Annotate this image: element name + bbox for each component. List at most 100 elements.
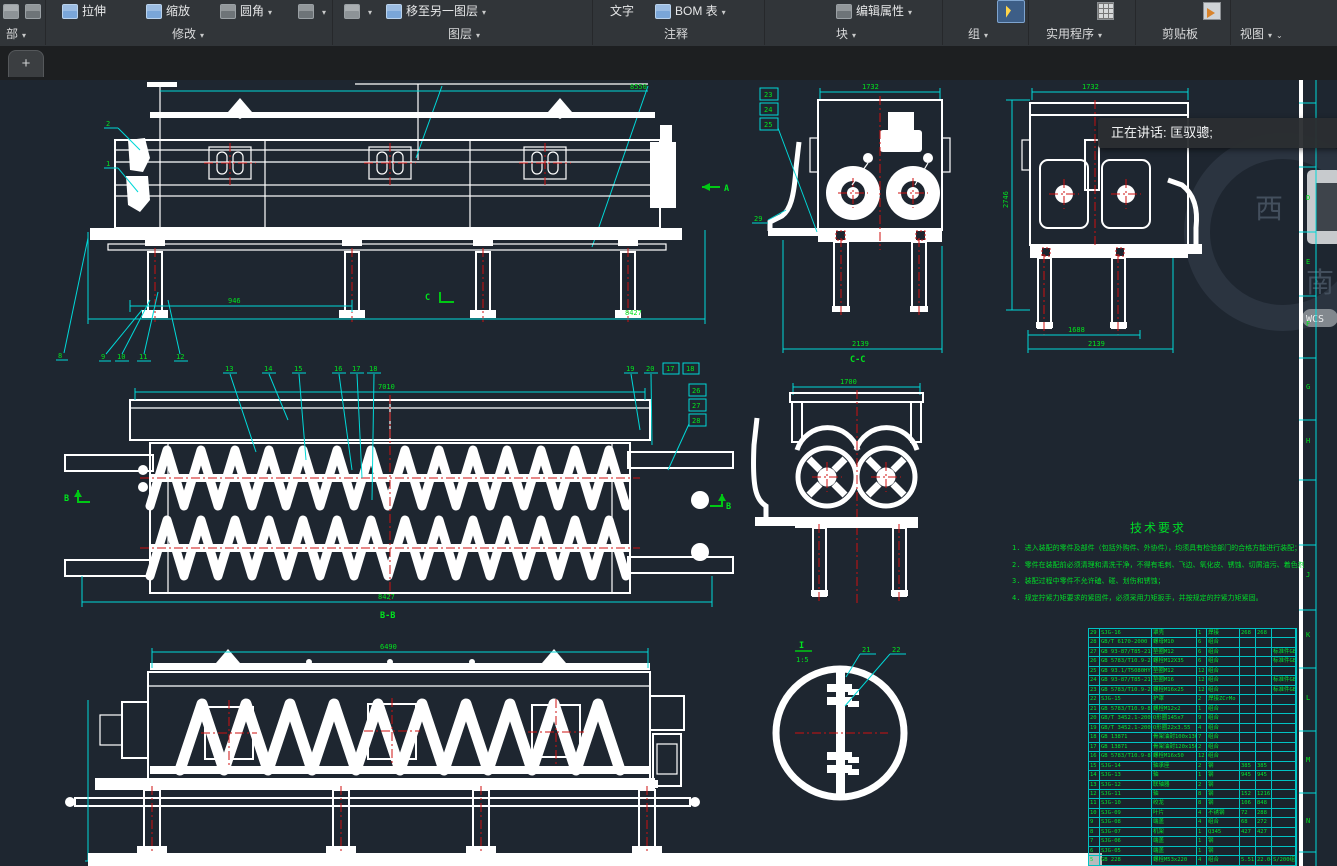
bom-cell-w2: 945 (1256, 771, 1272, 779)
bom-cell-w2: 288 (1256, 809, 1272, 817)
table-row[interactable]: 22SJG-15护罩2焊接ZCrMo (1089, 695, 1296, 704)
bom-cell-name: 轴 (1152, 790, 1197, 798)
viewcube-west-label[interactable]: 西 (1255, 192, 1283, 225)
table-row[interactable]: 8SJG-07机架1Q345427427 (1089, 828, 1296, 837)
bom-parts-table[interactable]: 29SJG-16罩壳1焊接26826828GB/T 6170-2000螺母M10… (1088, 628, 1297, 866)
frame-zone-letter: H (1306, 437, 1310, 445)
bom-table-button[interactable]: BOM 表▾ (655, 2, 726, 21)
quickcalc-icon[interactable] (1097, 2, 1114, 20)
table-row[interactable]: 29SJG-16罩壳1焊接268268 (1089, 629, 1296, 638)
edit-attributes-button[interactable]: 编辑属性▾ (836, 2, 912, 21)
paste-icon[interactable] (1203, 2, 1221, 20)
move-to-layer-button[interactable]: 移至另一图层▾ (386, 2, 486, 21)
table-row[interactable]: 16GB 5783/T10.9-8螺栓M16x5012组合 (1089, 752, 1296, 761)
panel-group[interactable]: 组▾ (968, 24, 988, 44)
scale-button[interactable]: 缩放 (146, 2, 190, 21)
bom-cell-qty: 4 (1197, 809, 1207, 817)
table-row[interactable]: 25GB 93.1/T5080HY-2垫圈M1212组合 (1089, 667, 1296, 676)
fillet-button[interactable]: 圆角▾ (220, 2, 272, 21)
table-row[interactable]: 11SJG-10绞龙8钢106848 (1089, 799, 1296, 808)
bom-cell-mat: 组合 (1207, 752, 1240, 760)
table-row[interactable]: 5GB 228螺栓M53x2204组合5.5122.04S/200组螺纹 (1089, 856, 1296, 865)
panel-view[interactable]: 视图▾⌄ (1240, 24, 1283, 44)
bom-cell-no: 24 (1089, 676, 1100, 684)
table-row[interactable]: 14SJG-13轴1钢945945 (1089, 771, 1296, 780)
bom-cell-no: 16 (1089, 752, 1100, 760)
chevron-down-icon[interactable]: ▾ (482, 8, 486, 17)
panel-separator (45, 0, 46, 45)
grip-icon[interactable] (3, 2, 23, 21)
stretch-button[interactable]: 拉伸 (62, 2, 106, 21)
bom-cell-qty: 12 (1197, 667, 1207, 675)
panel-block[interactable]: 块▾ (836, 24, 856, 44)
svg-text:18: 18 (686, 365, 694, 373)
bom-cell-name: 螺栓M53x220 (1152, 856, 1197, 864)
table-row[interactable]: 6SJG-05端盖1钢 (1089, 847, 1296, 856)
bom-cell-mat: 钢 (1207, 847, 1240, 855)
modify-extra-button[interactable]: ▾ (298, 2, 326, 21)
panel-layers[interactable]: 图层▾ (448, 24, 480, 44)
bom-cell-code: GB/T 6170-2000 (1100, 638, 1152, 646)
table-row[interactable]: 7SJG-06端盖1钢 (1089, 837, 1296, 846)
table-row[interactable]: 23GB 5783/T10.9-21螺栓M16x2512组合标准件GB (1089, 686, 1296, 695)
bom-cell-mat: 焊接 (1207, 629, 1240, 637)
viewcube-south-label[interactable]: 南 (1306, 266, 1334, 299)
table-row[interactable]: 27GB 93-87/T85-21垫圈M126组合标准件GB (1089, 648, 1296, 657)
bom-cell-mat: 组合 (1207, 818, 1240, 826)
bom-cell-name: 骨架油封100x130x12 (1152, 733, 1197, 741)
bom-cell-rem (1272, 818, 1296, 826)
bom-cell-rem (1272, 724, 1296, 732)
bom-cell-w2 (1256, 752, 1272, 760)
text-button[interactable]: 文字 (610, 2, 634, 21)
panel-annotate[interactable]: 注释 (664, 24, 688, 44)
layer-state-button[interactable]: ▾ (344, 2, 372, 21)
dim-946: 946 (228, 297, 241, 305)
speaking-text: 正在讲话: 匡驭骢; (1111, 125, 1213, 140)
table-row[interactable]: 15SJG-14轴承座2钢385385 (1089, 762, 1296, 771)
bom-cell-w1 (1240, 837, 1256, 845)
group-button[interactable] (997, 0, 1025, 23)
table-row[interactable]: 10SJG-09叶片4不锈钢72288 (1089, 809, 1296, 818)
frame-zone-letter: M (1306, 756, 1310, 764)
chevron-down-icon[interactable]: ▾ (722, 8, 726, 17)
chevron-down-icon[interactable]: ▾ (268, 8, 272, 17)
table-row[interactable]: 21GB 5783/T10.9-8螺栓M12x21组合 (1089, 705, 1296, 714)
bom-cell-no: 7 (1089, 837, 1100, 845)
chevron-down-icon[interactable]: ▾ (908, 8, 912, 17)
chevron-down-icon[interactable]: ▾ (368, 8, 372, 17)
bom-cell-code: GB 93-87/T85-21 (1100, 676, 1152, 684)
table-row[interactable]: 13SJG-12联轴器2钢 (1089, 781, 1296, 790)
bom-cell-name: 螺栓M12x2 (1152, 705, 1197, 713)
bom-cell-name: 螺栓M16x50 (1152, 752, 1197, 760)
frame-zone-letter: D (1306, 194, 1310, 202)
svg-text:13: 13 (225, 365, 233, 373)
svg-text:12: 12 (176, 353, 184, 361)
stretch-icon (62, 4, 78, 19)
svg-text:17: 17 (666, 365, 674, 373)
panel-partial[interactable]: 部▾ (6, 24, 26, 44)
bom-cell-w2 (1256, 724, 1272, 732)
panel-utilities[interactable]: 实用程序▾ (1046, 24, 1102, 44)
table-row[interactable]: 20GB/T 3452.1-2005O形圈145x79组合 (1089, 714, 1296, 723)
table-row[interactable]: 18GB 13871骨架油封100x130x127组合 (1089, 733, 1296, 742)
table-row[interactable]: 17GB 13871骨架油封120x150x122组合 (1089, 743, 1296, 752)
table-row[interactable]: 24GB 93-87/T85-21垫圈M1612组合标准件GB (1089, 676, 1296, 685)
table-row[interactable]: 28GB/T 6170-2000螺母M106组合 (1089, 638, 1296, 647)
bom-cell-w2 (1256, 667, 1272, 675)
bom-cell-w2: 385 (1256, 762, 1272, 770)
chevron-down-icon[interactable]: ▾ (322, 8, 326, 17)
table-row[interactable]: 19GB/T 3452.1-2005O形圈22x3.554组合 (1089, 724, 1296, 733)
bom-cell-name: O形圈22x3.55 (1152, 724, 1197, 732)
bom-cell-code: GB 5783/T10.9-8 (1100, 752, 1152, 760)
table-row[interactable]: 9SJG-08端盖4组合68272 (1089, 818, 1296, 827)
ribbon-collapse-icon[interactable]: ⌄ (1276, 31, 1283, 40)
new-tab-button[interactable]: + (8, 50, 44, 77)
scale-icon (146, 4, 162, 19)
window-icon[interactable] (25, 2, 45, 21)
panel-clipboard[interactable]: 剪贴板 (1162, 24, 1198, 44)
panel-modify[interactable]: 修改▾ (172, 24, 204, 44)
bom-cell-rem (1272, 781, 1296, 789)
table-row[interactable]: 12SJG-11轴8钢1521216 (1089, 790, 1296, 799)
table-row[interactable]: 26GB 5783/T10.9-21螺栓M12X356组合标准件GB (1089, 657, 1296, 666)
bom-cell-rem (1272, 629, 1296, 637)
